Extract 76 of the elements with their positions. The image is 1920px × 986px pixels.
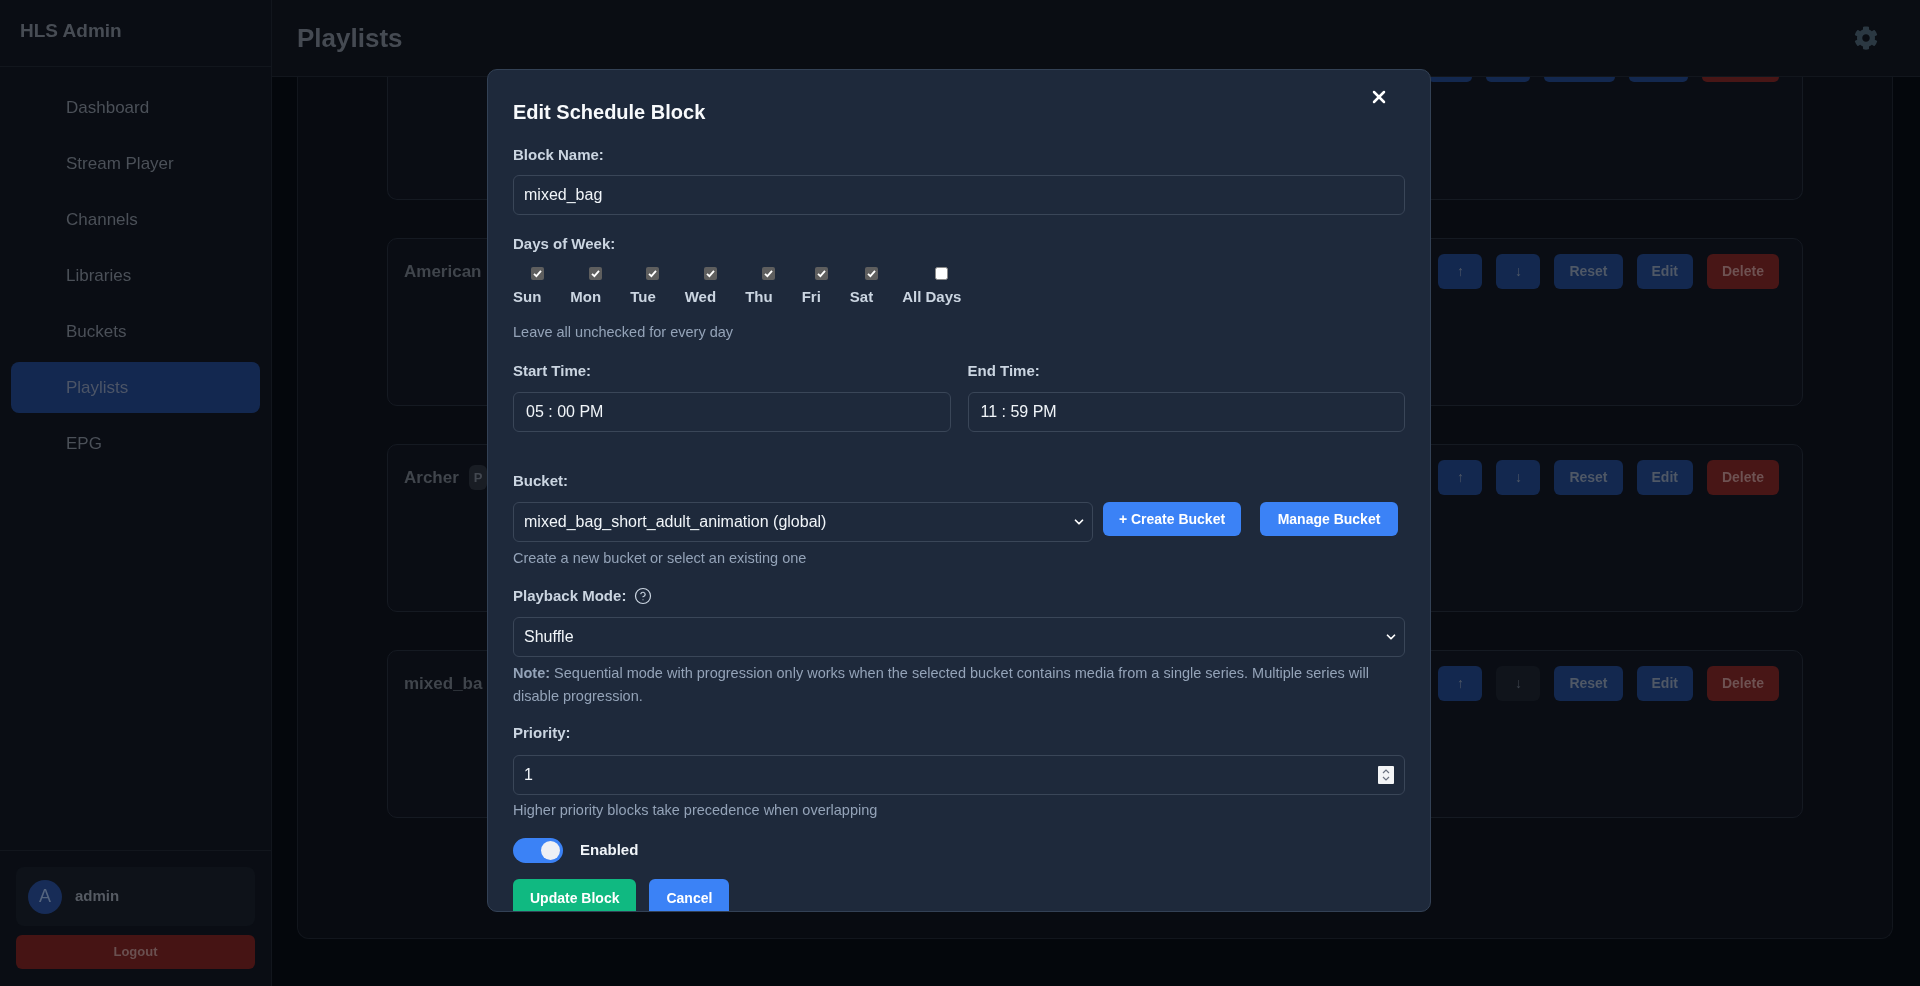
card-button[interactable]: Edit (1636, 254, 1693, 289)
nav-item[interactable]: Buckets (11, 306, 260, 357)
nav-item[interactable]: Dashboard (11, 82, 260, 133)
bucket-button[interactable]: + Create Bucket (1103, 502, 1241, 536)
time-field[interactable]: 11 : 59 PM (967, 392, 1405, 432)
hint-text: Create a new bucket or select an existing one (513, 549, 808, 567)
checkbox[interactable] (530, 267, 544, 280)
number-field[interactable]: 1 (513, 755, 1405, 795)
day-label: Sat (849, 287, 874, 307)
playlist-title: mixed_ba (404, 672, 483, 695)
field-label: Block Name: (513, 145, 605, 165)
field-label: Priority: (513, 723, 572, 743)
checkbox[interactable] (589, 267, 603, 280)
page-title: Playlists (297, 21, 403, 55)
time-field[interactable]: 05 : 00 PM (513, 392, 951, 432)
clipped-button[interactable] (1702, 77, 1779, 82)
playlist-title: American (404, 260, 482, 283)
field-label: Start Time: (513, 361, 593, 381)
card-button[interactable]: ↓ (1496, 254, 1541, 289)
playlist-title: Archer (404, 466, 459, 489)
dialog-title: Edit Schedule Block (513, 100, 706, 125)
day-label: Fri (801, 287, 821, 307)
day-label: Sun (513, 287, 542, 307)
card-button[interactable]: ↑ (1438, 666, 1483, 701)
action-button[interactable]: Update Block (513, 879, 637, 911)
user-name: admin (75, 886, 120, 907)
card-button[interactable]: Edit (1636, 460, 1693, 495)
bucket-button[interactable]: Manage Bucket (1260, 502, 1398, 536)
card-button[interactable]: Reset (1554, 460, 1623, 495)
user-avatar: A (28, 879, 62, 914)
card-button[interactable]: ↑ (1438, 460, 1483, 495)
checkbox[interactable] (865, 267, 878, 280)
card-button[interactable]: Reset (1554, 254, 1623, 289)
nav-item[interactable]: Playlists (11, 362, 260, 413)
field-label: End Time: (967, 361, 1041, 381)
clipped-button[interactable] (1544, 77, 1615, 82)
select-field[interactable]: Shuffle (513, 617, 1405, 657)
toggle-switch[interactable] (513, 838, 563, 863)
card-button[interactable]: ↓ (1496, 460, 1541, 495)
toggle-label: Enabled (580, 840, 639, 861)
nav-item[interactable]: Stream Player (11, 138, 260, 189)
app-title: HLS Admin (20, 19, 123, 43)
card-button[interactable]: Reset (1554, 666, 1623, 701)
hint-text: Higher priority blocks take precedence when overlapping (513, 801, 879, 819)
clipped-button[interactable] (1486, 77, 1530, 82)
spinner-icon[interactable] (1378, 766, 1394, 784)
card-button[interactable]: Delete (1706, 460, 1779, 495)
checkbox[interactable] (703, 267, 717, 280)
checkbox[interactable] (646, 267, 660, 280)
action-button[interactable]: Cancel (649, 879, 730, 911)
nav-item[interactable]: Channels (11, 194, 260, 245)
day-label: All Days (902, 287, 962, 307)
day-label: Mon (570, 287, 602, 307)
select-field[interactable]: mixed_bag_short_adult_animation (global) (513, 502, 1093, 542)
field-label: Days of Week: (513, 234, 617, 254)
nav-item[interactable]: Libraries (11, 250, 260, 301)
card-button[interactable]: ↑ (1438, 254, 1483, 289)
day-label: Tue (630, 287, 656, 307)
field-label: Playback Mode: (513, 586, 627, 606)
field-label: Bucket: (513, 471, 569, 491)
checkbox[interactable] (935, 267, 949, 280)
help-icon[interactable] (634, 587, 653, 605)
note-text: Note: Sequential mode with progression only works when the selected bucket contains media from a single series. Multiple series will disable progression. (513, 664, 1370, 706)
clipped-button[interactable] (1428, 77, 1472, 82)
checkbox[interactable] (762, 267, 776, 280)
text-field[interactable]: mixed_bag (513, 175, 1405, 215)
clipped-button[interactable] (1629, 77, 1688, 82)
hint-text: Leave all unchecked for every day (513, 323, 735, 341)
card-button[interactable]: Edit (1636, 666, 1693, 701)
day-label: Wed (684, 287, 717, 307)
card-button[interactable]: Delete (1706, 666, 1779, 701)
checkbox[interactable] (814, 267, 828, 280)
day-label: Thu (745, 287, 773, 307)
card-button[interactable]: Delete (1706, 254, 1779, 289)
nav-item[interactable]: EPG (11, 418, 260, 469)
logout-button[interactable]: Logout (16, 935, 255, 969)
